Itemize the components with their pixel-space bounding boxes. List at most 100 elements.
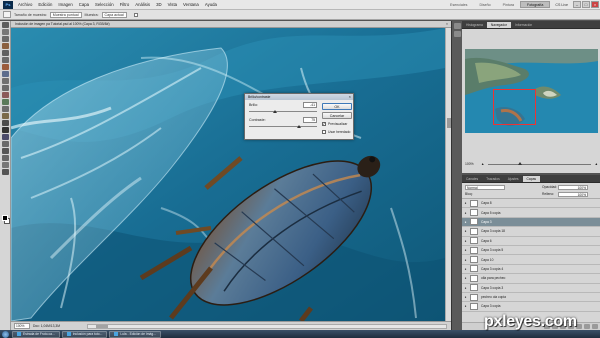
document-tab[interactable]: Inclusión de imagen pa Tutorial.psd al 1… [11,21,451,28]
preview-checkbox[interactable]: Previsualizar [322,121,347,126]
document-close-icon[interactable]: × [446,21,448,27]
navigator-view-box[interactable] [493,89,536,125]
visibility-eye-icon[interactable]: ● [462,286,469,290]
tool-preset-picker[interactable] [3,11,11,18]
foreground-color-swatch[interactable] [2,215,8,221]
brush-tool-icon[interactable] [2,71,9,77]
menu-seleccion[interactable]: Selección [92,2,117,7]
visibility-eye-icon[interactable]: ● [462,267,469,271]
crop-tool-icon[interactable] [2,50,9,56]
eyedropper-tool-icon[interactable] [2,57,9,63]
layer-row[interactable]: ● Capa 3 copia 4 [462,264,600,275]
visibility-eye-icon[interactable]: ● [462,295,469,299]
zoom-tool-icon[interactable] [2,169,9,175]
contrast-slider[interactable] [249,126,317,127]
layer-row[interactable]: ● Capa 6 [462,236,600,246]
3d-camera-tool-icon[interactable] [2,155,9,161]
contrast-slider-knob[interactable] [297,125,301,128]
layer-row[interactable]: ● Capa 3 copia 3 [462,283,600,293]
menu-capa[interactable]: Capa [76,2,92,7]
workspace-fotografia[interactable]: Fotografía [520,1,551,8]
menu-vista[interactable]: Vista [165,2,180,7]
shape-tool-icon[interactable] [2,141,9,147]
sample-select[interactable]: Capa actual [101,11,127,18]
contrast-input[interactable]: 75 [303,117,317,123]
menu-archivo[interactable]: Archivo [15,2,35,7]
hand-tool-icon[interactable] [2,162,9,168]
history-brush-tool-icon[interactable] [2,85,9,91]
start-button[interactable] [2,330,9,338]
visibility-eye-icon[interactable]: ● [462,248,469,252]
cs-live-button[interactable]: CS Live [550,3,573,7]
navigator-thumbnail[interactable] [465,49,598,133]
tab-trazados[interactable]: Trazados [482,176,504,182]
visibility-eye-icon[interactable]: ● [462,239,469,243]
eraser-tool-icon[interactable] [2,92,9,98]
visibility-eye-icon[interactable]: ● [462,304,469,308]
visibility-eye-icon[interactable]: ● [462,220,469,224]
ok-button[interactable]: OK [322,103,352,110]
new-layer-icon[interactable] [584,324,590,329]
status-zoom-field[interactable]: 100% [14,323,30,329]
brightness-slider-knob[interactable] [273,110,277,113]
visibility-eye-icon[interactable]: ● [462,229,469,233]
close-button[interactable]: × [591,1,599,8]
visibility-eye-icon[interactable]: ● [462,258,469,262]
menu-3d[interactable]: 3D [153,2,165,7]
zoom-out-icon[interactable]: ▲ [481,162,484,166]
move-tool-icon[interactable] [2,22,9,28]
brightness-slider[interactable] [249,111,317,112]
layer-row[interactable]: ● Capa 8 [462,199,600,209]
layer-row[interactable]: ● Capa 3 copia 18 [462,227,600,237]
tab-navegador[interactable]: Navegador [486,22,511,28]
layer-row[interactable]: ● Capa 5 copia [462,208,600,218]
pen-tool-icon[interactable] [2,120,9,126]
layer-row[interactable]: ● Capa 3 copia 5 [462,245,600,256]
layer-row[interactable]: ● Capa 3 copia [462,302,600,312]
actions-panel-icon[interactable] [454,31,461,37]
taskbar-app-3[interactable]: Lula - Edición de Imág... [109,330,161,338]
clone-stamp-tool-icon[interactable] [2,78,9,84]
menu-edicion[interactable]: Edición [35,2,55,7]
quick-select-tool-icon[interactable] [2,43,9,49]
history-panel-icon[interactable] [454,23,461,29]
tab-ajustes[interactable]: Ajustes [504,176,523,182]
layer-row[interactable]: ● pecheo ola copia [462,292,600,303]
navigator-zoom-slider[interactable] [488,161,591,165]
layer-row[interactable]: ● Capa 10 [462,255,600,265]
3d-rotate-tool-icon[interactable] [2,148,9,154]
cancel-button[interactable]: Cancelar [322,112,352,119]
taskbar-app-2[interactable]: Inclusión para tuto... [61,330,108,338]
legacy-checkbox-box[interactable] [322,130,326,134]
canvas[interactable] [11,28,445,321]
navigator-zoom-value[interactable]: 100% [465,162,481,166]
dialog-close-icon[interactable]: × [349,94,351,100]
maximize-button[interactable]: □ [582,1,590,8]
menu-ayuda[interactable]: Ayuda [202,2,220,7]
taskbar-app-1[interactable]: Estrada de Fruto.ca... [12,330,60,338]
horizontal-scrollbar[interactable] [87,323,447,329]
gradient-tool-icon[interactable] [2,99,9,105]
path-select-tool-icon[interactable] [2,134,9,140]
blur-tool-icon[interactable] [2,106,9,112]
dodge-tool-icon[interactable] [2,113,9,119]
legacy-checkbox[interactable]: Usar heredado [322,130,350,134]
preview-checkbox-box[interactable] [322,121,326,126]
fill-input[interactable]: 100% [558,192,588,197]
layer-row[interactable]: ● olla para pecheo [462,274,600,284]
visibility-eye-icon[interactable]: ● [462,211,469,215]
tab-canales[interactable]: Canales [462,176,482,182]
menu-imagen[interactable]: Imagen [55,2,75,7]
workspace-diseno[interactable]: Diseño [473,3,496,7]
tab-informacion[interactable]: Información [511,22,536,28]
doc-size-info[interactable]: Doc: 1,04M/13,3M [33,324,83,328]
sample-size-select[interactable]: Muestra puntual [49,11,82,18]
menu-ventana[interactable]: Ventana [180,2,202,7]
show-sample-ring-checkbox[interactable] [133,12,138,17]
layer-row[interactable]: ● Capa 3 [462,217,600,228]
workspace-esenciales[interactable]: Esenciales [444,3,473,7]
delete-layer-icon[interactable] [592,324,598,329]
visibility-eye-icon[interactable]: ● [462,201,469,205]
lasso-tool-icon[interactable] [2,36,9,42]
opacity-input[interactable]: 100% [558,185,588,190]
